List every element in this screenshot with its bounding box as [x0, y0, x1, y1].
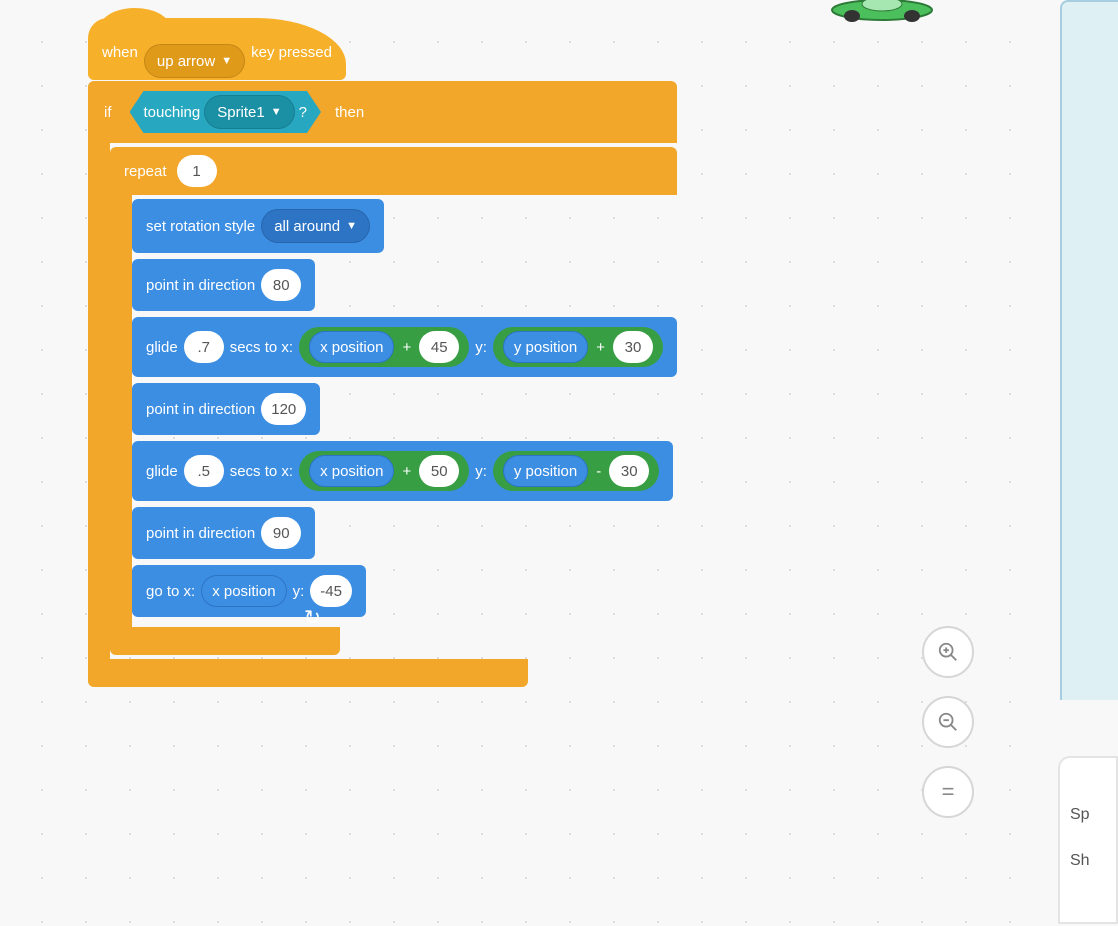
card-line-2: Sh: [1070, 852, 1106, 870]
stage-panel: [1060, 0, 1118, 700]
chevron-down-icon: ▼: [346, 220, 357, 232]
key-dropdown-label: up arrow: [157, 53, 215, 70]
add-value-input[interactable]: 30: [613, 331, 653, 363]
repeat-count-input[interactable]: 1: [177, 155, 217, 187]
y-label: y:: [293, 583, 305, 600]
scripts-workspace[interactable]: when up arrow ▼ key pressed if touching …: [0, 0, 1030, 926]
operator-add-x[interactable]: x position + 45: [299, 327, 469, 367]
y-label: y:: [475, 339, 487, 356]
glide-label: glide: [146, 463, 178, 480]
glide-label: glide: [146, 339, 178, 356]
x-position-reporter[interactable]: x position: [309, 331, 394, 363]
operator-add-x[interactable]: x position + 50: [299, 451, 469, 491]
sub-value-input[interactable]: 30: [609, 455, 649, 487]
y-position-reporter[interactable]: y position: [503, 331, 588, 363]
point-in-direction-block-2[interactable]: point in direction 120: [132, 383, 320, 435]
point-in-direction-block-3[interactable]: point in direction 90: [132, 507, 315, 559]
repeat-block[interactable]: repeat 1 set rotation style all around: [110, 147, 677, 655]
key-dropdown[interactable]: up arrow ▼: [144, 44, 245, 78]
if-block[interactable]: if touching Sprite1 ▼ ? then: [88, 81, 677, 687]
point-label: point in direction: [146, 277, 255, 294]
script-stack[interactable]: when up arrow ▼ key pressed if touching …: [88, 18, 677, 687]
equals-icon: =: [942, 779, 955, 805]
touching-boolean[interactable]: touching Sprite1 ▼ ?: [130, 91, 321, 133]
sprite-info-card: Sp Sh: [1058, 756, 1118, 924]
repeat-arrow-icon: ↻: [304, 605, 321, 630]
zoom-in-button[interactable]: [922, 626, 974, 678]
chevron-down-icon: ▼: [221, 55, 232, 67]
hat-prefix: when: [102, 44, 138, 61]
if-label: if: [104, 104, 112, 121]
op-label: +: [596, 339, 605, 356]
op-label: -: [596, 463, 601, 480]
if-footer: [88, 659, 528, 687]
sprite-thumbnail-car: [822, 0, 942, 24]
repeat-arm: [110, 195, 132, 627]
hat-when-key-pressed[interactable]: when up arrow ▼ key pressed: [88, 18, 346, 80]
hat-suffix: key pressed: [251, 44, 332, 61]
y-label: y:: [475, 463, 487, 480]
x-position-reporter[interactable]: x position: [201, 575, 286, 607]
repeat-label: repeat: [124, 163, 167, 180]
then-label: then: [335, 104, 364, 121]
rotation-style-dropdown[interactable]: all around ▼: [261, 209, 370, 243]
touching-target-dropdown[interactable]: Sprite1 ▼: [204, 95, 294, 129]
point-in-direction-block-1[interactable]: point in direction 80: [132, 259, 315, 311]
add-value-input[interactable]: 45: [419, 331, 459, 363]
repeat-footer: ↻: [110, 627, 340, 655]
glide-secs-input[interactable]: .7: [184, 331, 224, 363]
set-rotation-label: set rotation style: [146, 218, 255, 235]
zoom-controls: =: [922, 626, 974, 818]
secs-to-x-label: secs to x:: [230, 463, 293, 480]
goto-label: go to x:: [146, 583, 195, 600]
add-value-input[interactable]: 50: [419, 455, 459, 487]
point-label: point in direction: [146, 525, 255, 542]
glide-block-2[interactable]: glide .5 secs to x: x position + 50 y:: [132, 441, 673, 501]
touching-target-label: Sprite1: [217, 104, 265, 121]
operator-add-y[interactable]: y position + 30: [493, 327, 663, 367]
point-label: point in direction: [146, 401, 255, 418]
chevron-down-icon: ▼: [271, 106, 282, 118]
zoom-reset-button[interactable]: =: [922, 766, 974, 818]
rotation-style-value: all around: [274, 218, 340, 235]
y-position-reporter[interactable]: y position: [503, 455, 588, 487]
card-line-1: Sp: [1070, 806, 1106, 824]
operator-sub-y[interactable]: y position - 30: [493, 451, 659, 491]
direction-input[interactable]: 90: [261, 517, 301, 549]
x-position-reporter[interactable]: x position: [309, 455, 394, 487]
plus-label: +: [402, 463, 411, 480]
secs-to-x-label: secs to x:: [230, 339, 293, 356]
direction-input[interactable]: 80: [261, 269, 301, 301]
zoom-out-button[interactable]: [922, 696, 974, 748]
if-arm: [88, 143, 110, 659]
question-mark: ?: [299, 104, 307, 121]
direction-input[interactable]: 120: [261, 393, 306, 425]
touching-label: touching: [144, 104, 201, 121]
glide-block-1[interactable]: glide .7 secs to x: x position + 45 y:: [132, 317, 677, 377]
set-rotation-style-block[interactable]: set rotation style all around ▼: [132, 199, 384, 253]
plus-label: +: [402, 339, 411, 356]
go-to-xy-block[interactable]: go to x: x position y: -45: [132, 565, 366, 617]
glide-secs-input[interactable]: .5: [184, 455, 224, 487]
